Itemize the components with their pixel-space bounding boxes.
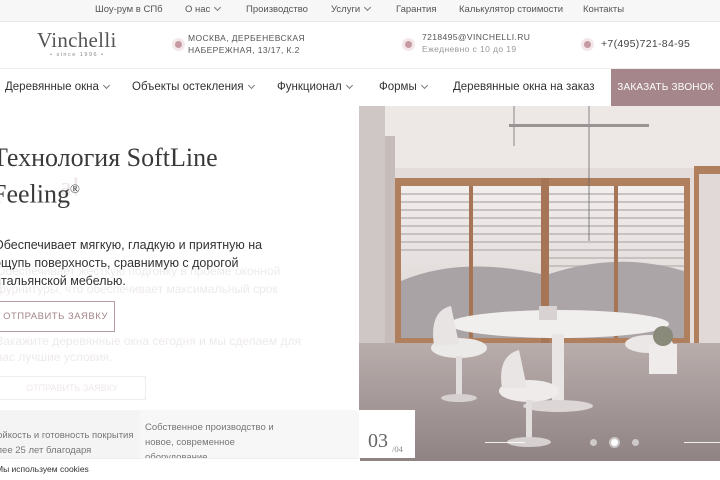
topbar-link-showroom[interactable]: Шоу-рум в СПб xyxy=(95,4,163,15)
hero-ghost-text-3: Закажите деревянные окна сегодня и мы сд… xyxy=(0,334,302,348)
slider-next-arrow[interactable] xyxy=(684,442,720,443)
email-icon xyxy=(405,41,412,48)
slide-total: /04 xyxy=(392,444,403,454)
nav-item-label: Деревянные окна xyxy=(5,81,99,93)
main-nav: Деревянные окна Объекты остекления Функц… xyxy=(0,68,720,107)
topbar-link-about[interactable]: О нас xyxy=(185,3,222,15)
chevron-down-icon xyxy=(420,81,428,90)
topbar-link-services-label: Услуги xyxy=(331,4,361,15)
phone-link[interactable]: +7(495)721-84-95 xyxy=(601,38,690,50)
header-address: МОСКВА, ДЕРБЕНЕВСКАЯ НАБЕРЕЖНАЯ, 13/17, … xyxy=(188,32,305,56)
feature-card-coating: Стойкость и готовность покрытия более 25… xyxy=(0,410,140,471)
chevron-down-icon xyxy=(214,3,222,12)
slide-counter: 03 /04 xyxy=(359,410,415,458)
nav-item-glazing-objects[interactable]: Объекты остекления xyxy=(132,81,255,93)
site-header: Vinchelli • since 1996 • МОСКВА, ДЕРБЕНЕ… xyxy=(0,22,720,68)
topbar-link-services[interactable]: Услуги xyxy=(331,3,372,15)
email-link[interactable]: 7218495@VINCHELLI.RU xyxy=(422,31,530,43)
address-line-2: НАБЕРЕЖНАЯ, 13/17, К.2 xyxy=(188,45,300,55)
hero-description: Обеспечивает мягкую, гладкую и приятную … xyxy=(0,238,263,288)
hero-ghost-button: ОТПРАВИТЬ ЗАЯВКУ xyxy=(0,376,146,400)
nav-item-label: Функционал xyxy=(277,81,342,93)
hero-title-line-2: Feeling® xyxy=(0,173,218,210)
working-hours: Ежедневно с 10 до 19 xyxy=(422,44,517,54)
cookie-text: Мы используем cookies xyxy=(0,464,89,474)
address-line-1: МОСКВА, ДЕРБЕНЕВСКАЯ xyxy=(188,33,305,43)
chevron-down-icon xyxy=(345,81,353,90)
hero-text-panel: а! Технология SoftLine Feeling® Обеспечи… xyxy=(0,106,359,410)
location-icon xyxy=(175,41,182,48)
hero-title-line-1: Технология SoftLine xyxy=(0,143,218,172)
chevron-down-icon xyxy=(364,3,372,12)
cookie-notice: Мы используем cookies xyxy=(0,458,360,480)
topbar-link-contacts[interactable]: Контакты xyxy=(583,4,624,15)
nav-item-wooden-windows[interactable]: Деревянные окна xyxy=(5,81,110,93)
topbar-link-calculator[interactable]: Калькулятор стоимости xyxy=(459,4,563,15)
slider-dot[interactable] xyxy=(590,439,597,446)
slider-prev-arrow[interactable] xyxy=(485,442,525,443)
topbar-link-warranty[interactable]: Гарантия xyxy=(396,4,437,15)
registered-mark: ® xyxy=(70,181,80,196)
nav-item-label: Формы xyxy=(379,81,417,93)
nav-item-shapes[interactable]: Формы xyxy=(379,81,428,93)
logo-tagline: • since 1996 • xyxy=(50,52,105,58)
order-call-button[interactable]: ЗАКАЗАТЬ ЗВОНОК xyxy=(611,69,720,107)
feature-card-production: Собственное производство и новое, соврем… xyxy=(140,410,359,463)
slider-dot[interactable] xyxy=(632,439,639,446)
nav-item-custom-windows[interactable]: Деревянные окна на заказ xyxy=(453,81,595,93)
header-contact: 7218495@VINCHELLI.RU Ежедневно с 10 до 1… xyxy=(422,31,530,55)
nav-item-functionality[interactable]: Функционал xyxy=(277,81,353,93)
slider-dot-active[interactable] xyxy=(611,439,618,446)
slide-current: 03 xyxy=(368,430,388,452)
topbar-link-about-label: О нас xyxy=(185,4,211,15)
chevron-down-icon xyxy=(247,81,255,90)
hero-title-line-2-text: Feeling xyxy=(0,179,70,209)
phone-icon xyxy=(584,41,591,48)
chevron-down-icon xyxy=(102,81,110,90)
send-request-button[interactable]: ОТПРАВИТЬ ЗАЯВКУ xyxy=(0,301,115,332)
hero-title: Технология SoftLine Feeling® xyxy=(0,142,218,210)
room-interior-illustration xyxy=(359,106,720,461)
topbar-link-production[interactable]: Производство xyxy=(246,4,308,15)
top-utility-bar: Шоу-рум в СПб О нас Производство Услуги … xyxy=(0,0,720,22)
hero-image xyxy=(359,106,720,461)
logo[interactable]: Vinchelli xyxy=(37,28,117,53)
hero-ghost-text-4: вас лучшие условия. xyxy=(0,350,113,364)
nav-item-label: Объекты остекления xyxy=(132,81,244,93)
